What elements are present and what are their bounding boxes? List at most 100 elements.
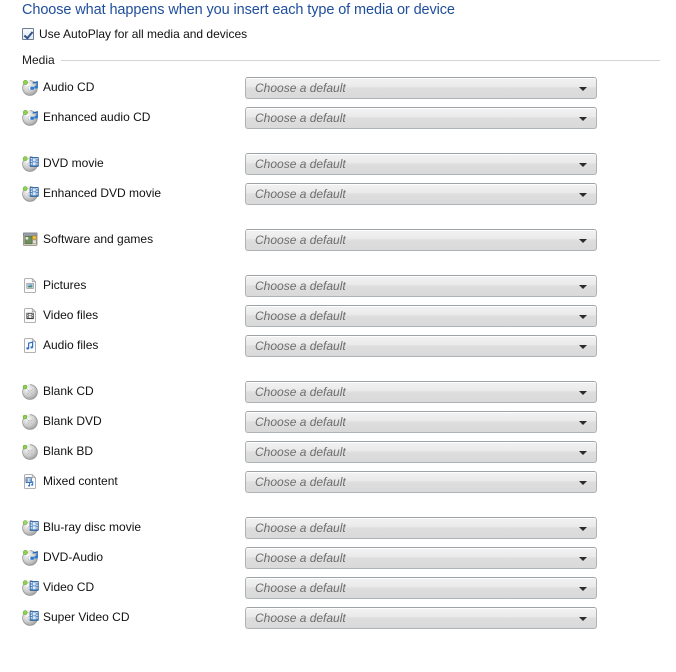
audio-cd-icon bbox=[22, 549, 39, 566]
default-action-dropdown[interactable]: Choose a default bbox=[245, 411, 597, 433]
media-row-label: Enhanced DVD movie bbox=[43, 186, 162, 200]
bluray-movie-icon bbox=[22, 519, 39, 536]
group-separator-rule bbox=[60, 59, 660, 61]
dropdown-selected-value: Choose a default bbox=[255, 385, 346, 399]
autoplay-checkbox-label: Use AutoPlay for all media and devices bbox=[39, 27, 248, 41]
dropdown-selected-value: Choose a default bbox=[255, 233, 346, 247]
chevron-down-icon[interactable] bbox=[579, 345, 587, 349]
chevron-down-icon[interactable] bbox=[579, 421, 587, 425]
media-row: DVD movie Choose a default bbox=[0, 153, 676, 175]
media-row: Audio CD Choose a default bbox=[0, 77, 676, 99]
media-row: Blank CD Choose a default bbox=[0, 381, 676, 403]
audio-cd-icon bbox=[22, 79, 39, 96]
dropdown-selected-value: Choose a default bbox=[255, 581, 346, 595]
audio-cd-icon bbox=[22, 109, 39, 126]
chevron-down-icon[interactable] bbox=[579, 617, 587, 621]
mixed-content-icon bbox=[22, 473, 39, 490]
chevron-down-icon[interactable] bbox=[579, 391, 587, 395]
dropdown-selected-value: Choose a default bbox=[255, 611, 346, 625]
media-row: Audio files Choose a default bbox=[0, 335, 676, 357]
media-row: Mixed content Choose a default bbox=[0, 471, 676, 493]
dvd-movie-icon bbox=[22, 185, 39, 202]
media-row-label: Mixed content bbox=[43, 474, 118, 488]
chevron-down-icon[interactable] bbox=[579, 193, 587, 197]
dropdown-selected-value: Choose a default bbox=[255, 187, 346, 201]
chevron-down-icon[interactable] bbox=[579, 87, 587, 91]
media-row-label: Video files bbox=[43, 308, 99, 322]
media-group-label: Media bbox=[22, 53, 55, 67]
default-action-dropdown[interactable]: Choose a default bbox=[245, 183, 597, 205]
media-row: Blank DVD Choose a default bbox=[0, 411, 676, 433]
checkbox-checked-icon[interactable] bbox=[22, 28, 34, 40]
media-row-label: Blank CD bbox=[43, 384, 94, 398]
media-row-label: DVD movie bbox=[43, 156, 104, 170]
media-row: Software and games Choose a default bbox=[0, 229, 676, 251]
default-action-dropdown[interactable]: Choose a default bbox=[245, 441, 597, 463]
media-row-label: Blu-ray disc movie bbox=[43, 520, 142, 534]
dropdown-selected-value: Choose a default bbox=[255, 81, 346, 95]
media-row-label: Audio files bbox=[43, 338, 99, 352]
media-row-label: DVD-Audio bbox=[43, 550, 104, 564]
default-action-dropdown[interactable]: Choose a default bbox=[245, 107, 597, 129]
media-row-label: Enhanced audio CD bbox=[43, 110, 151, 124]
chevron-down-icon[interactable] bbox=[579, 587, 587, 591]
dropdown-selected-value: Choose a default bbox=[255, 475, 346, 489]
chevron-down-icon[interactable] bbox=[579, 285, 587, 289]
default-action-dropdown[interactable]: Choose a default bbox=[245, 471, 597, 493]
media-row-label: Super Video CD bbox=[43, 610, 130, 624]
media-row: Super Video CD Choose a default bbox=[0, 607, 676, 629]
default-action-dropdown[interactable]: Choose a default bbox=[245, 577, 597, 599]
media-type-list: Audio CD Choose a default Enhanced audio… bbox=[0, 77, 676, 638]
chevron-down-icon[interactable] bbox=[579, 557, 587, 561]
default-action-dropdown[interactable]: Choose a default bbox=[245, 607, 597, 629]
media-row: Enhanced audio CD Choose a default bbox=[0, 107, 676, 129]
dropdown-selected-value: Choose a default bbox=[255, 339, 346, 353]
media-row-label: Blank DVD bbox=[43, 414, 102, 428]
default-action-dropdown[interactable]: Choose a default bbox=[245, 153, 597, 175]
default-action-dropdown[interactable]: Choose a default bbox=[245, 381, 597, 403]
page-title: Choose what happens when you insert each… bbox=[22, 2, 455, 18]
chevron-down-icon[interactable] bbox=[579, 527, 587, 531]
software-games-icon bbox=[22, 231, 39, 248]
default-action-dropdown[interactable]: Choose a default bbox=[245, 305, 597, 327]
blank-disc-icon bbox=[22, 413, 39, 430]
dropdown-selected-value: Choose a default bbox=[255, 157, 346, 171]
media-row: Blu-ray disc movie Choose a default bbox=[0, 517, 676, 539]
autoplay-checkbox-row[interactable]: Use AutoPlay for all media and devices bbox=[22, 27, 247, 41]
dropdown-selected-value: Choose a default bbox=[255, 445, 346, 459]
dvd-movie-icon bbox=[22, 609, 39, 626]
default-action-dropdown[interactable]: Choose a default bbox=[245, 275, 597, 297]
chevron-down-icon[interactable] bbox=[579, 117, 587, 121]
dvd-movie-icon bbox=[22, 155, 39, 172]
default-action-dropdown[interactable]: Choose a default bbox=[245, 229, 597, 251]
media-row: Blank BD Choose a default bbox=[0, 441, 676, 463]
dropdown-selected-value: Choose a default bbox=[255, 111, 346, 125]
chevron-down-icon[interactable] bbox=[579, 451, 587, 455]
chevron-down-icon[interactable] bbox=[579, 239, 587, 243]
dropdown-selected-value: Choose a default bbox=[255, 551, 346, 565]
default-action-dropdown[interactable]: Choose a default bbox=[245, 77, 597, 99]
media-row-label: Video CD bbox=[43, 580, 95, 594]
media-row-label: Software and games bbox=[43, 232, 154, 246]
media-row: Video CD Choose a default bbox=[0, 577, 676, 599]
video-file-icon bbox=[22, 307, 39, 324]
chevron-down-icon[interactable] bbox=[579, 163, 587, 167]
blank-disc-icon bbox=[22, 383, 39, 400]
media-row: Pictures Choose a default bbox=[0, 275, 676, 297]
audio-file-icon bbox=[22, 337, 39, 354]
dropdown-selected-value: Choose a default bbox=[255, 521, 346, 535]
media-row-label: Pictures bbox=[43, 278, 87, 292]
media-row-label: Blank BD bbox=[43, 444, 94, 458]
media-row: Video files Choose a default bbox=[0, 305, 676, 327]
dropdown-selected-value: Choose a default bbox=[255, 415, 346, 429]
chevron-down-icon[interactable] bbox=[579, 481, 587, 485]
default-action-dropdown[interactable]: Choose a default bbox=[245, 517, 597, 539]
media-row: Enhanced DVD movie Choose a default bbox=[0, 183, 676, 205]
default-action-dropdown[interactable]: Choose a default bbox=[245, 547, 597, 569]
media-group-header: Media bbox=[22, 53, 660, 67]
default-action-dropdown[interactable]: Choose a default bbox=[245, 335, 597, 357]
media-row: DVD-Audio Choose a default bbox=[0, 547, 676, 569]
chevron-down-icon[interactable] bbox=[579, 315, 587, 319]
blank-disc-icon bbox=[22, 443, 39, 460]
dropdown-selected-value: Choose a default bbox=[255, 309, 346, 323]
